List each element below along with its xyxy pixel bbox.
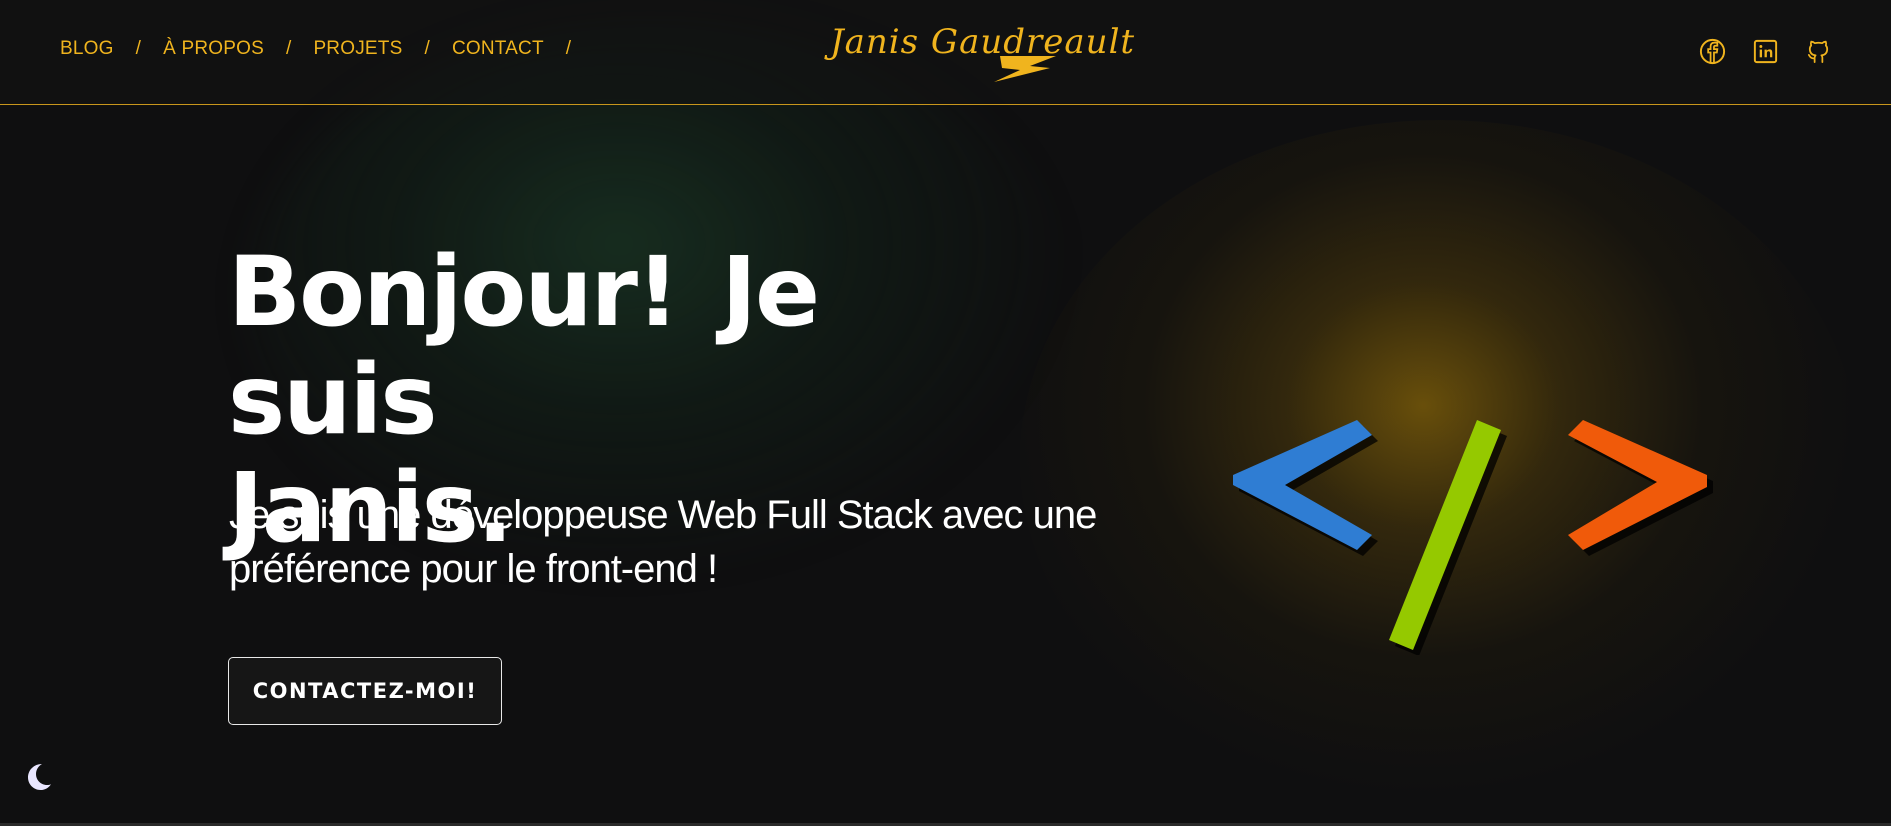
nav-separator: / bbox=[285, 38, 292, 59]
contact-me-button[interactable]: CONTACTEZ-MOI! bbox=[228, 657, 502, 725]
lightning-bolt-icon bbox=[994, 56, 1056, 82]
hero-title-line1: Bonjour! Je suis bbox=[228, 236, 820, 456]
nav-separator: / bbox=[565, 38, 572, 59]
nav-item-projets[interactable]: PROJETS bbox=[313, 38, 402, 60]
nav-separator: / bbox=[424, 38, 430, 59]
nav-item-blog[interactable]: BLOG bbox=[60, 38, 114, 60]
linkedin-icon[interactable] bbox=[1751, 37, 1780, 66]
hero-subtitle-line1: Je suis une développeuse Web Full Stack … bbox=[229, 493, 1097, 537]
site-header: BLOG / À PROPOS / PROJETS / CONTACT / Ja… bbox=[0, 0, 1891, 105]
site-logo[interactable]: Janis Gaudreault bbox=[830, 18, 1134, 88]
hero-subtitle: Je suis une développeuse Web Full Stack … bbox=[229, 488, 1179, 596]
nav-separator: / bbox=[135, 38, 142, 59]
moon-icon[interactable] bbox=[22, 760, 54, 792]
hero-subtitle-line2: préférence pour le front-end ! bbox=[229, 547, 718, 591]
code-brackets-icon bbox=[1233, 420, 1713, 655]
github-icon[interactable] bbox=[1804, 37, 1833, 66]
nav-item-a-propos[interactable]: À PROPOS bbox=[163, 38, 264, 60]
logo-text: Janis Gaudreault bbox=[830, 22, 1136, 62]
social-links bbox=[1698, 37, 1833, 66]
nav-item-contact[interactable]: CONTACT bbox=[452, 38, 544, 60]
main-nav: BLOG / À PROPOS / PROJETS / CONTACT / bbox=[60, 38, 593, 60]
facebook-icon[interactable] bbox=[1698, 37, 1727, 66]
page: BLOG / À PROPOS / PROJETS / CONTACT / Ja… bbox=[0, 0, 1891, 826]
